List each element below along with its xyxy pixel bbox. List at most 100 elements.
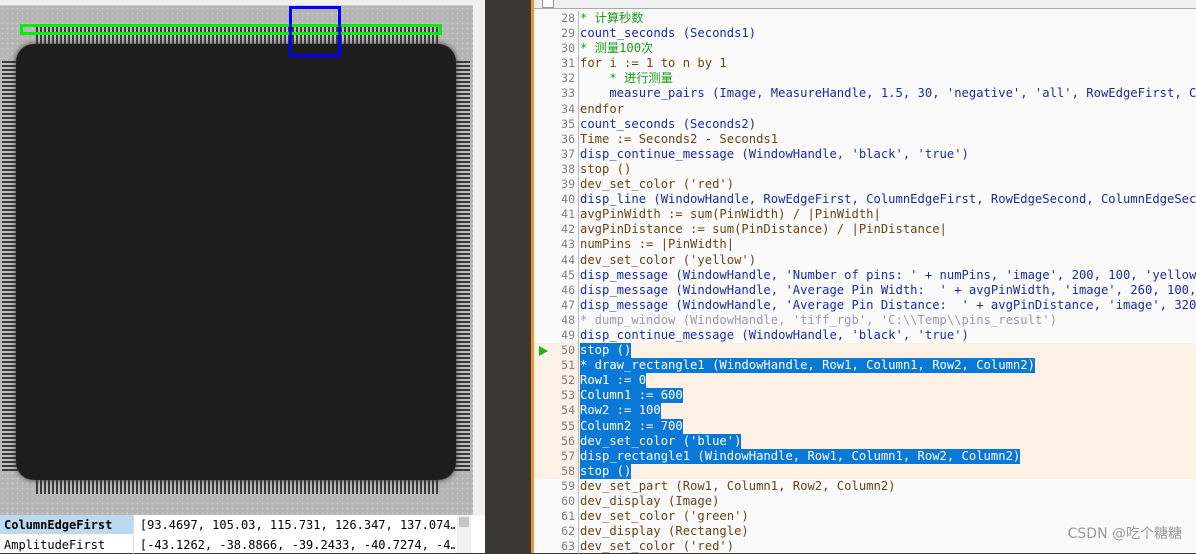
code-text[interactable]: disp_message (WindowHandle, 'Number of p…	[580, 268, 1196, 283]
line-number[interactable]: 28	[534, 11, 575, 26]
code-text[interactable]: stop ()	[580, 162, 631, 177]
code-text[interactable]: Row1 := 0	[580, 373, 647, 389]
code-text[interactable]: numPins := |PinWidth|	[580, 237, 734, 252]
code-line[interactable]: 41 avgPinWidth := sum(PinWidth) / |PinWid…	[534, 207, 1196, 223]
line-number[interactable]: 37	[534, 147, 575, 162]
code-line[interactable]: 31 for i := 1 to n by 1	[534, 56, 1196, 72]
line-number[interactable]: 38	[534, 162, 575, 177]
line-number[interactable]: 45	[534, 268, 575, 283]
code-text[interactable]: * draw_rectangle1 (WindowHandle, Row1, C…	[580, 358, 1035, 374]
code-line[interactable]: 53 Column1 := 600	[534, 388, 1196, 404]
code-line[interactable]: 33 measure_pairs (Image, MeasureHandle, …	[534, 86, 1196, 102]
line-number[interactable]: 47	[534, 298, 575, 313]
line-number[interactable]: 40	[534, 192, 575, 207]
line-number[interactable]: 56	[534, 434, 575, 449]
code-text[interactable]: for i := 1 to n by 1	[580, 56, 727, 71]
line-number[interactable]: 31	[534, 56, 575, 71]
code-text[interactable]: dev_set_color ('yellow')	[580, 253, 756, 268]
code-text[interactable]: disp_line (WindowHandle, RowEdgeFirst, C…	[580, 192, 1196, 207]
code-text[interactable]: count_seconds (Seconds1)	[580, 26, 756, 41]
code-line[interactable]: 35 count_seconds (Seconds2)	[534, 116, 1196, 132]
program-editor[interactable]: 28 * 计算秒数 29 count_seconds (Seconds1) 30 * 测量…	[531, 0, 1196, 554]
code-text[interactable]: avgPinWidth := sum(PinWidth) / |PinWidth…	[580, 207, 881, 222]
code-line[interactable]: 37 disp_continue_message (WindowHandle, '…	[534, 146, 1196, 162]
code-line[interactable]: 58 stop ()	[534, 463, 1196, 479]
line-number[interactable]: 63	[534, 539, 575, 554]
line-number[interactable]: 53	[534, 388, 575, 403]
line-number[interactable]: 32	[534, 71, 575, 86]
line-number[interactable]: 58	[534, 464, 575, 479]
code-line[interactable]: 32 * 进行测量	[534, 71, 1196, 87]
line-number[interactable]: 42	[534, 222, 575, 237]
code-line[interactable]: 39 dev_set_color ('red')	[534, 177, 1196, 193]
line-number[interactable]: 41	[534, 207, 575, 222]
code-text[interactable]: dev_display (Image)	[580, 494, 719, 509]
code-line[interactable]: 60 dev_display (Image)	[534, 494, 1196, 510]
code-line[interactable]: 46 disp_message (WindowHandle, 'Average P…	[534, 282, 1196, 298]
code-text[interactable]: count_seconds (Seconds2)	[580, 117, 756, 132]
line-number[interactable]: 62	[534, 524, 575, 539]
line-number[interactable]: 49	[534, 328, 575, 343]
code-text[interactable]: * 计算秒数	[580, 11, 643, 26]
code-line[interactable]: 49 disp_continue_message (WindowHandle, '…	[534, 327, 1196, 344]
line-number[interactable]: 60	[534, 494, 575, 509]
code-line[interactable]: 51 * draw_rectangle1 (WindowHandle, Row1,…	[534, 358, 1196, 374]
variable-row[interactable]: AmplitudeFirst [-43.1262, -38.8866, -39.…	[0, 535, 455, 554]
code-line[interactable]: 52 Row1 := 0	[534, 373, 1196, 389]
code-line[interactable]: 56 dev_set_color ('blue')	[534, 433, 1196, 449]
code-line[interactable]: 28 * 计算秒数	[534, 11, 1196, 27]
editor-tab[interactable]	[542, 0, 554, 8]
code-text[interactable]: Column2 := 700	[580, 418, 683, 434]
code-text[interactable]: dev_set_color ('red')	[580, 177, 734, 192]
code-text[interactable]: disp_continue_message (WindowHandle, 'bl…	[580, 147, 969, 162]
code-text[interactable]: stop ()	[580, 343, 632, 359]
code-lines[interactable]: 28 * 计算秒数 29 count_seconds (Seconds1) 30 * 测量…	[534, 11, 1196, 554]
code-line[interactable]: 57 disp_rectangle1 (WindowHandle, Row1, C…	[534, 448, 1196, 464]
code-line[interactable]: 30 * 测量100次	[534, 41, 1196, 57]
line-number[interactable]: 35	[534, 117, 575, 132]
code-text[interactable]: disp_message (WindowHandle, 'Average Pin…	[580, 298, 1196, 313]
line-number[interactable]: 52	[534, 373, 575, 388]
code-text[interactable]: dev_display (Rectangle)	[580, 524, 749, 539]
code-line[interactable]: 54 Row2 := 100	[534, 403, 1196, 419]
image-canvas[interactable]	[0, 6, 473, 515]
variable-row[interactable]: ColumnEdgeFirst [93.4697, 105.03, 115.73…	[0, 515, 455, 534]
code-line[interactable]: 47 disp_message (WindowHandle, 'Average P…	[534, 297, 1196, 313]
code-line[interactable]: 59 dev_set_part (Row1, Column1, Row2, Col…	[534, 478, 1196, 494]
line-number[interactable]: 48	[534, 313, 575, 328]
line-number[interactable]: 43	[534, 237, 575, 252]
code-text[interactable]: Time := Seconds2 - Seconds1	[580, 132, 778, 147]
code-line[interactable]: 40 disp_line (WindowHandle, RowEdgeFirst,…	[534, 192, 1196, 208]
code-line[interactable]: 50 stop ()	[534, 343, 1196, 359]
line-number[interactable]: 61	[534, 509, 575, 524]
code-line[interactable]: 29 count_seconds (Seconds1)	[534, 26, 1196, 42]
code-line[interactable]: 44 dev_set_color ('yellow')	[534, 252, 1196, 268]
code-text[interactable]: dev_set_part (Row1, Column1, Row2, Colum…	[580, 479, 896, 494]
line-number[interactable]: 51	[534, 358, 575, 373]
line-number[interactable]: 44	[534, 253, 575, 268]
code-line[interactable]: 34 endfor	[534, 101, 1196, 117]
code-text[interactable]: dev_set_color ('blue')	[580, 433, 742, 449]
code-line[interactable]: 38 stop ()	[534, 161, 1196, 178]
code-line[interactable]: 48 * dump_window (WindowHandle, 'tiff_rgb…	[534, 312, 1196, 328]
code-text[interactable]: disp_message (WindowHandle, 'Average Pin…	[580, 283, 1196, 298]
code-line[interactable]: 43 numPins := |PinWidth|	[534, 237, 1196, 253]
variable-scroll-thumb[interactable]	[459, 517, 469, 527]
code-line[interactable]: 61 dev_set_color ('green')	[534, 509, 1196, 525]
code-text[interactable]: stop ()	[580, 463, 632, 479]
code-line[interactable]: 36 Time := Seconds2 - Seconds1	[534, 131, 1196, 147]
line-number[interactable]: 57	[534, 449, 575, 464]
line-number[interactable]: 33	[534, 86, 575, 101]
graphics-scrollbar[interactable]	[473, 0, 485, 515]
code-text[interactable]: * 测量100次	[580, 41, 653, 56]
code-text[interactable]: disp_rectangle1 (WindowHandle, Row1, Col…	[580, 448, 1021, 464]
code-text[interactable]: measure_pairs (Image, MeasureHandle, 1.5…	[580, 86, 1196, 101]
code-text[interactable]: disp_continue_message (WindowHandle, 'bl…	[580, 328, 969, 343]
code-line[interactable]: 55 Column2 := 700	[534, 418, 1196, 434]
code-text[interactable]: Column1 := 600	[580, 388, 683, 404]
code-text[interactable]: dev_set_color ('red')	[580, 539, 734, 554]
line-number[interactable]: 46	[534, 283, 575, 298]
line-number[interactable]: 55	[534, 419, 575, 434]
code-text[interactable]: * 进行测量	[580, 71, 672, 86]
code-line[interactable]: 45 disp_message (WindowHandle, 'Number of…	[534, 267, 1196, 283]
